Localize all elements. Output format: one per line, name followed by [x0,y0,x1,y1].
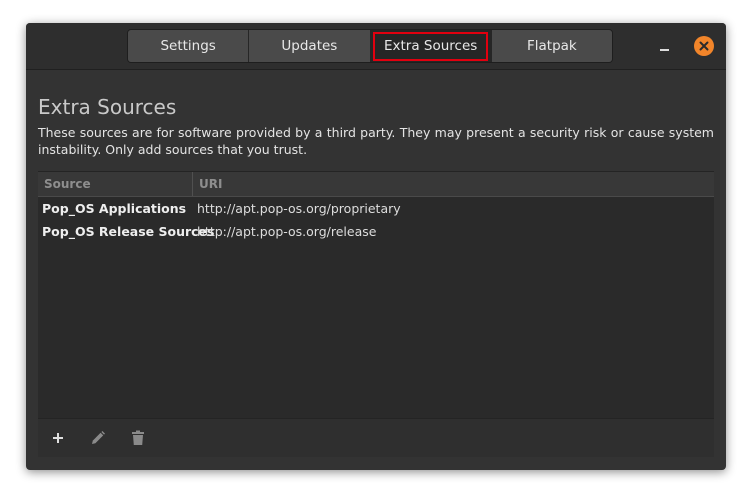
edit-source-button[interactable] [78,419,118,457]
close-button[interactable] [694,36,714,56]
column-header-uri[interactable]: URI [193,172,714,196]
plus-icon [53,433,63,443]
page-description: These sources are for software provided … [38,125,714,157]
minimize-icon [659,49,669,51]
table-row[interactable]: Pop_OS Applications http://apt.pop-os.or… [38,197,714,220]
tab-label: Flatpak [527,38,577,54]
source-uri: http://apt.pop-os.org/release [197,224,377,239]
tab-label: Extra Sources [372,31,489,61]
trash-icon [132,430,144,445]
sources-toolbar [38,418,714,457]
close-icon [699,41,709,51]
tab-updates[interactable]: Updates [249,30,371,62]
table-header: Source URI [38,172,714,197]
tab-extra-sources[interactable]: Extra Sources [370,30,492,62]
source-name: Pop_OS Release Sources [42,224,215,239]
source-name: Pop_OS Applications [42,201,187,216]
sources-table: Source URI Pop_OS Applications http://ap… [38,171,714,418]
tab-bar: Settings Updates Extra Sources Flatpak [127,29,613,63]
source-uri: http://apt.pop-os.org/proprietary [197,201,401,216]
tab-flatpak[interactable]: Flatpak [491,30,612,62]
minimize-button[interactable] [654,36,674,56]
tab-settings[interactable]: Settings [128,30,250,62]
software-sources-window: Settings Updates Extra Sources Flatpak E… [26,23,726,470]
table-row[interactable]: Pop_OS Release Sources http://apt.pop-os… [38,220,714,243]
add-source-button[interactable] [38,419,78,457]
delete-source-button[interactable] [118,419,158,457]
header-bar: Settings Updates Extra Sources Flatpak [26,23,726,70]
tab-label: Updates [281,38,338,54]
pencil-icon [92,431,105,444]
page-title: Extra Sources [38,95,177,119]
column-header-source[interactable]: Source [38,172,193,196]
tab-label: Settings [160,38,216,54]
